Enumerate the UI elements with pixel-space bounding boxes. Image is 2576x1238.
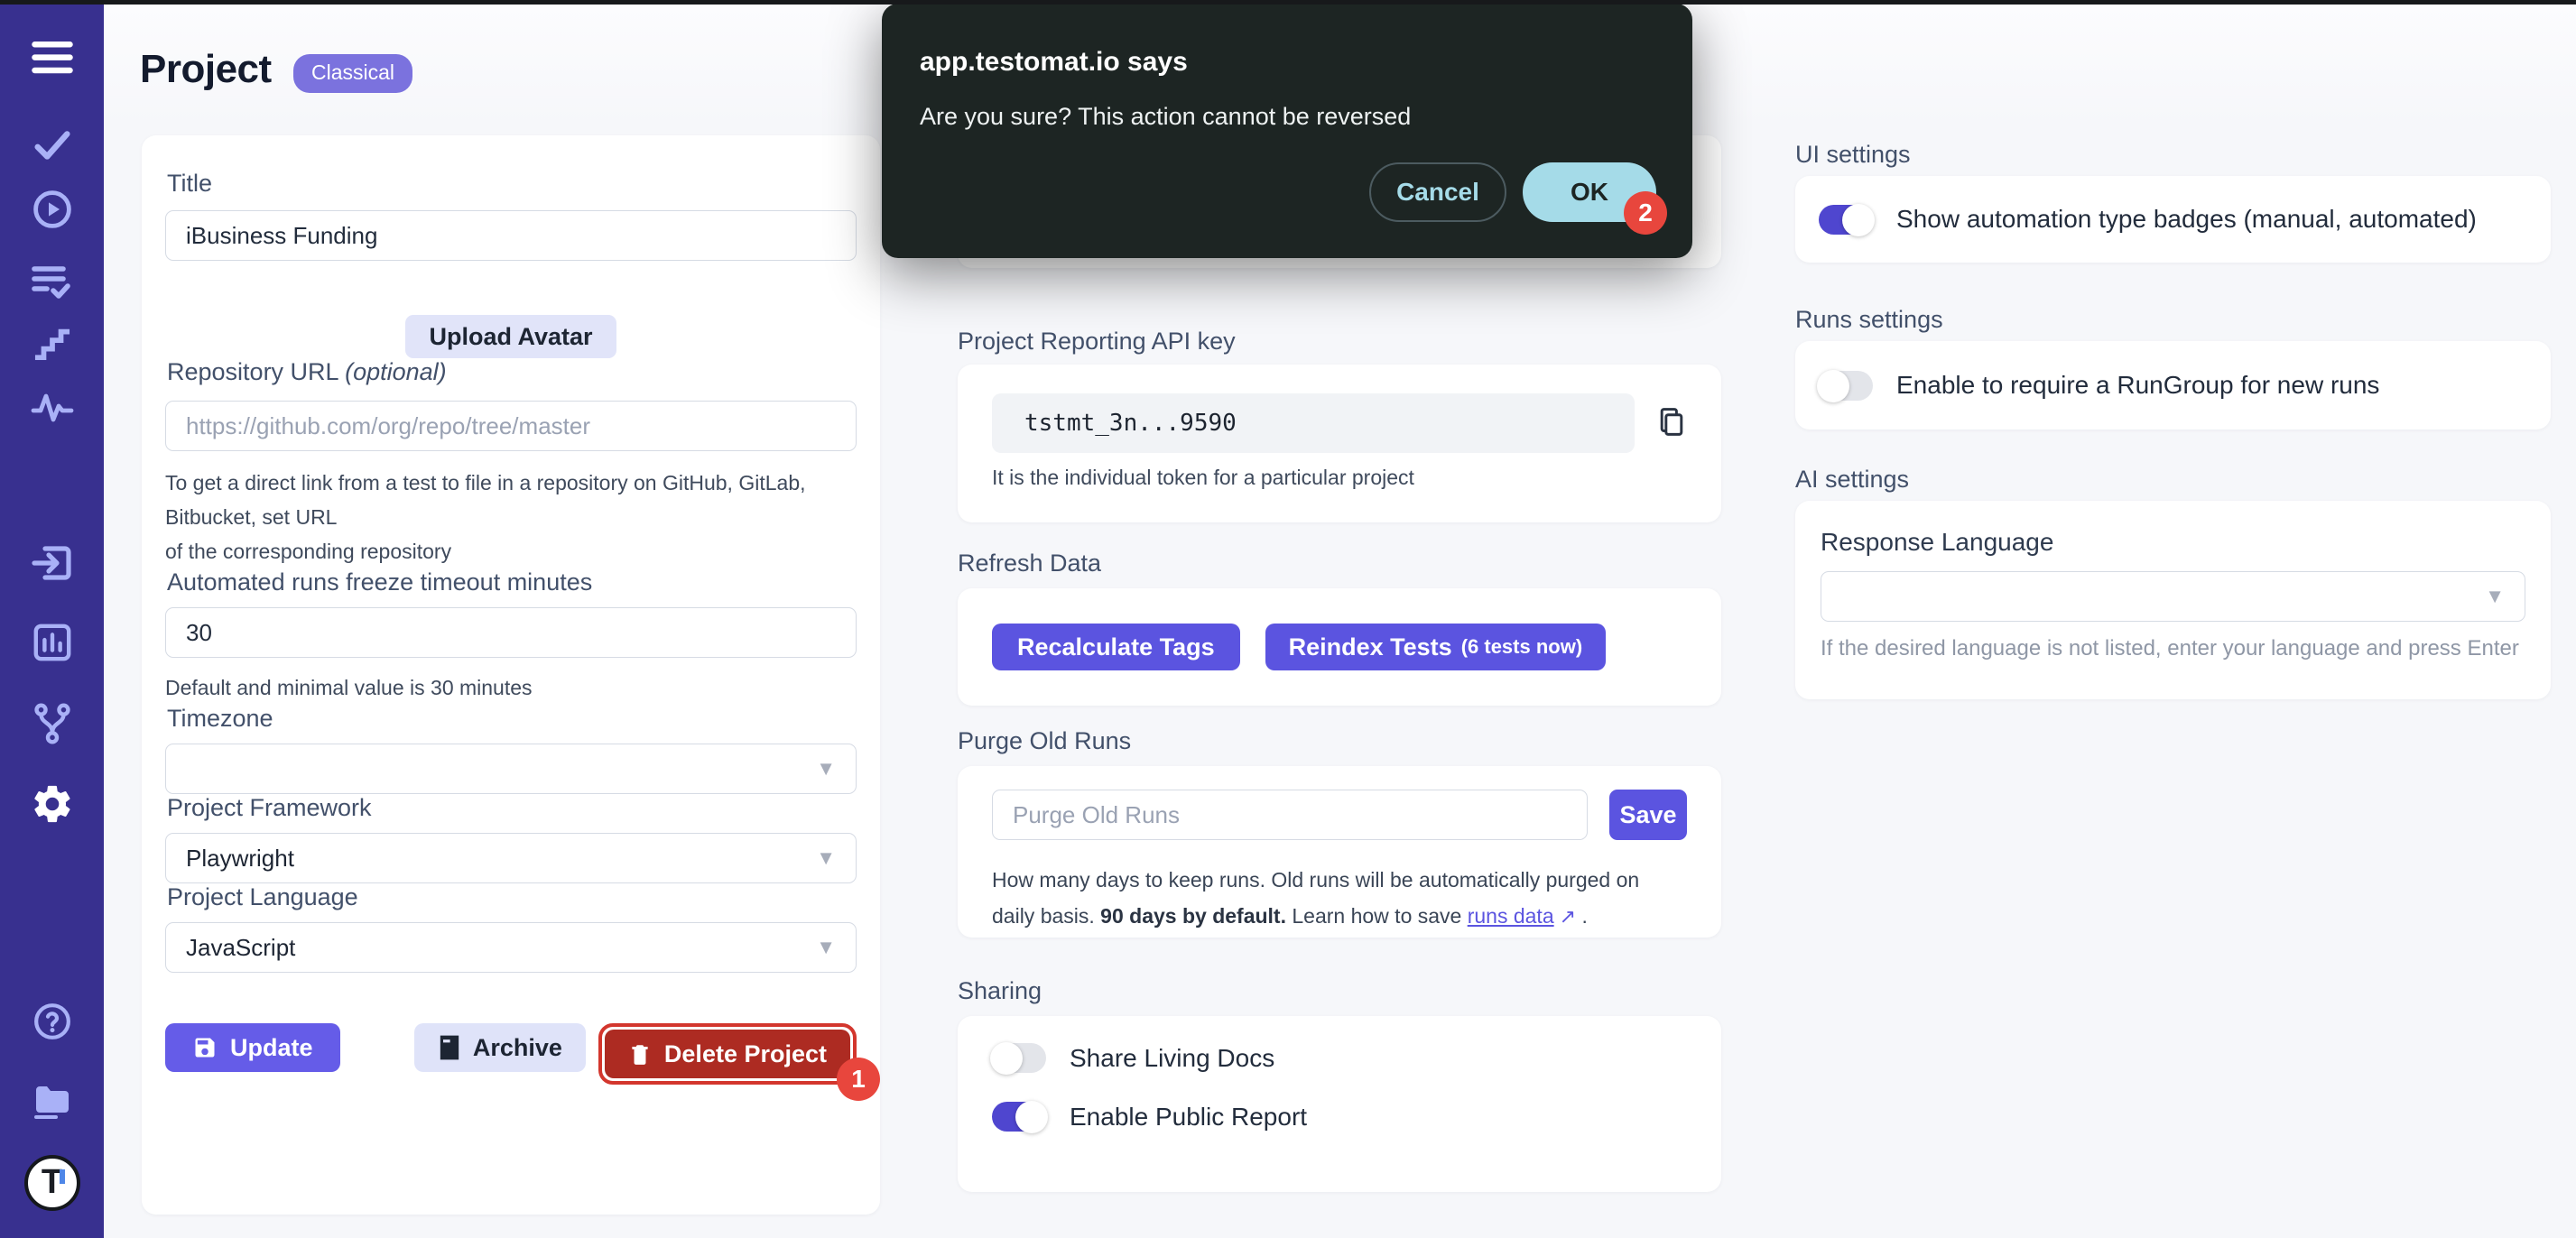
- automation-badges-label: Show automation type badges (manual, aut…: [1896, 205, 2477, 233]
- gear-icon[interactable]: [30, 781, 75, 827]
- external-link-icon: ↗: [1559, 905, 1577, 928]
- ai-settings-label: AI settings: [1795, 466, 1910, 493]
- automation-badges-toggle[interactable]: [1819, 203, 1875, 236]
- sharing-label: Sharing: [958, 977, 1042, 1004]
- freeze-timeout-help: Default and minimal value is 30 minutes: [165, 676, 533, 699]
- ok-button[interactable]: OK 2: [1523, 162, 1667, 235]
- update-button[interactable]: Update: [165, 1023, 340, 1072]
- title-input[interactable]: [165, 210, 857, 261]
- import-icon[interactable]: [31, 543, 74, 583]
- recalculate-tags-button[interactable]: Recalculate Tags: [992, 624, 1240, 670]
- cancel-button[interactable]: Cancel: [1369, 162, 1506, 222]
- chevron-down-icon: ▼: [816, 757, 836, 780]
- folder-icon[interactable]: [31, 1082, 74, 1122]
- sidebar: T: [0, 0, 104, 1238]
- refresh-data-card: Recalculate Tags Reindex Tests (6 tests …: [958, 588, 1721, 706]
- enable-public-report-toggle[interactable]: [992, 1101, 1048, 1133]
- timezone-select[interactable]: ▼: [165, 744, 857, 794]
- right-column: UI settings Show automation type badges …: [1795, 141, 2551, 699]
- language-select[interactable]: JavaScript ▼: [165, 922, 857, 973]
- freeze-timeout-label: Automated runs freeze timeout minutes: [167, 568, 593, 596]
- bar-chart-icon[interactable]: [32, 622, 73, 663]
- ai-settings-card: Response Language ▼ If the desired langu…: [1795, 501, 2551, 699]
- pulse-icon[interactable]: [31, 390, 74, 422]
- enable-public-report-row: Enable Public Report: [992, 1101, 1687, 1133]
- share-living-docs-toggle[interactable]: [990, 1042, 1046, 1075]
- chevron-down-icon: ▼: [816, 936, 836, 958]
- confirm-dialog: app.testomat.io says Are you sure? This …: [882, 4, 1692, 258]
- git-branch-icon[interactable]: [32, 702, 73, 745]
- sharing-card: Share Living Docs Enable Public Report: [958, 1016, 1721, 1192]
- delete-project-button[interactable]: Delete Project: [604, 1030, 850, 1078]
- archive-box-icon: [438, 1035, 461, 1060]
- language-label: Project Language: [167, 883, 358, 910]
- purge-old-runs-card: Save How many days to keep runs. Old run…: [958, 766, 1721, 938]
- share-living-docs-row: Share Living Docs: [990, 1042, 1687, 1075]
- ui-settings-card: Show automation type badges (manual, aut…: [1795, 176, 2551, 263]
- runs-settings-card: Enable to require a RunGroup for new run…: [1795, 341, 2551, 430]
- api-key-label: Project Reporting API key: [958, 328, 1236, 355]
- framework-label: Project Framework: [167, 794, 372, 821]
- upload-avatar-button[interactable]: Upload Avatar: [405, 315, 616, 358]
- delete-button-annotation-ring: Delete Project 1: [598, 1023, 880, 1101]
- title-label: Title: [167, 170, 213, 197]
- save-button[interactable]: Save: [1609, 790, 1687, 840]
- framework-select[interactable]: Playwright ▼: [165, 833, 857, 883]
- check-icon[interactable]: [32, 124, 73, 165]
- copy-icon[interactable]: [1656, 406, 1687, 440]
- help-circle-icon[interactable]: [32, 1001, 73, 1042]
- menu-icon[interactable]: [31, 42, 73, 74]
- api-key-card: tstmt_3n...9590 It is the individual tok…: [958, 365, 1721, 522]
- timezone-label: Timezone: [167, 705, 273, 732]
- enable-public-report-label: Enable Public Report: [1070, 1102, 1308, 1131]
- project-type-badge: Classical: [293, 54, 413, 93]
- archive-button[interactable]: Archive: [413, 1023, 586, 1072]
- middle-column: Project Reporting API key tstmt_3n...959…: [958, 135, 1721, 1192]
- rungroup-required-toggle[interactable]: [1817, 369, 1873, 402]
- response-language-help: If the desired language is not listed, e…: [1821, 636, 2519, 661]
- play-circle-icon[interactable]: [31, 188, 74, 231]
- page-title: Project: [140, 47, 272, 91]
- dialog-message: Are you sure? This action cannot be reve…: [920, 103, 1412, 130]
- window-top-edge: [0, 0, 2576, 5]
- purge-old-runs-input[interactable]: [992, 790, 1588, 840]
- repository-url-label: Repository URL (optional): [167, 358, 447, 385]
- annotation-mark-2: 2: [1624, 191, 1667, 235]
- chevron-down-icon: ▼: [816, 846, 836, 869]
- refresh-data-label: Refresh Data: [958, 550, 1102, 577]
- repository-url-help: To get a direct link from a test to file…: [165, 471, 806, 563]
- purge-old-runs-label: Purge Old Runs: [958, 727, 1132, 754]
- rungroup-required-label: Enable to require a RunGroup for new run…: [1896, 371, 2380, 399]
- repository-url-input[interactable]: [165, 401, 857, 451]
- runs-settings-label: Runs settings: [1795, 306, 1943, 333]
- annotation-mark-1: 1: [837, 1058, 880, 1101]
- save-disk-icon: [192, 1035, 218, 1060]
- response-language-select[interactable]: ▼: [1821, 571, 2525, 622]
- project-settings-card: Title Upload Avatar Repository URL (opti…: [142, 135, 880, 1215]
- trash-icon: [628, 1041, 652, 1067]
- api-key-help: It is the individual token for a particu…: [992, 466, 1414, 489]
- share-living-docs-label: Share Living Docs: [1070, 1043, 1275, 1072]
- purge-help-text: How many days to keep runs. Old runs wil…: [992, 868, 1640, 928]
- ui-settings-label: UI settings: [1795, 141, 1911, 168]
- chevron-down-icon: ▼: [2485, 585, 2505, 607]
- runs-data-link[interactable]: runs data: [1468, 904, 1554, 928]
- api-key-value: tstmt_3n...9590: [992, 393, 1635, 453]
- response-language-label: Response Language: [1821, 528, 2054, 556]
- dialog-title: app.testomat.io says: [920, 47, 1188, 77]
- reindex-tests-button[interactable]: Reindex Tests (6 tests now): [1265, 624, 1607, 670]
- list-check-icon[interactable]: [31, 263, 74, 300]
- stairs-icon[interactable]: [32, 325, 73, 361]
- freeze-timeout-input[interactable]: [165, 607, 857, 658]
- logo[interactable]: T: [23, 1155, 80, 1211]
